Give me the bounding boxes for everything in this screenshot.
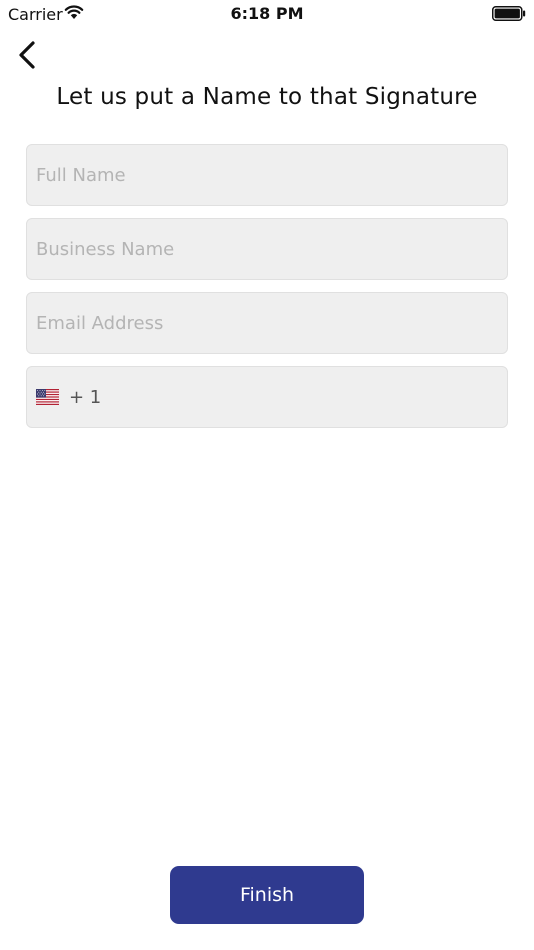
email-input[interactable] (27, 293, 507, 353)
page-title: Let us put a Name to that Signature (56, 84, 478, 110)
business-name-input[interactable] (27, 219, 507, 279)
full-name-input[interactable] (27, 145, 507, 205)
back-button[interactable] (10, 38, 44, 72)
finish-button[interactable]: Finish (170, 866, 364, 924)
business-name-field[interactable] (26, 218, 508, 280)
full-name-field[interactable] (26, 144, 508, 206)
status-time: 6:18 PM (230, 4, 304, 23)
email-field[interactable] (26, 292, 508, 354)
phone-input[interactable] (101, 367, 507, 427)
status-bar: Carrier 6:18 PM (0, 0, 534, 28)
chevron-left-icon (19, 41, 35, 69)
phone-field[interactable]: + 1 (26, 366, 508, 428)
battery-icon (492, 6, 526, 21)
us-flag-icon[interactable] (36, 389, 59, 405)
dial-code: + 1 (69, 386, 102, 408)
